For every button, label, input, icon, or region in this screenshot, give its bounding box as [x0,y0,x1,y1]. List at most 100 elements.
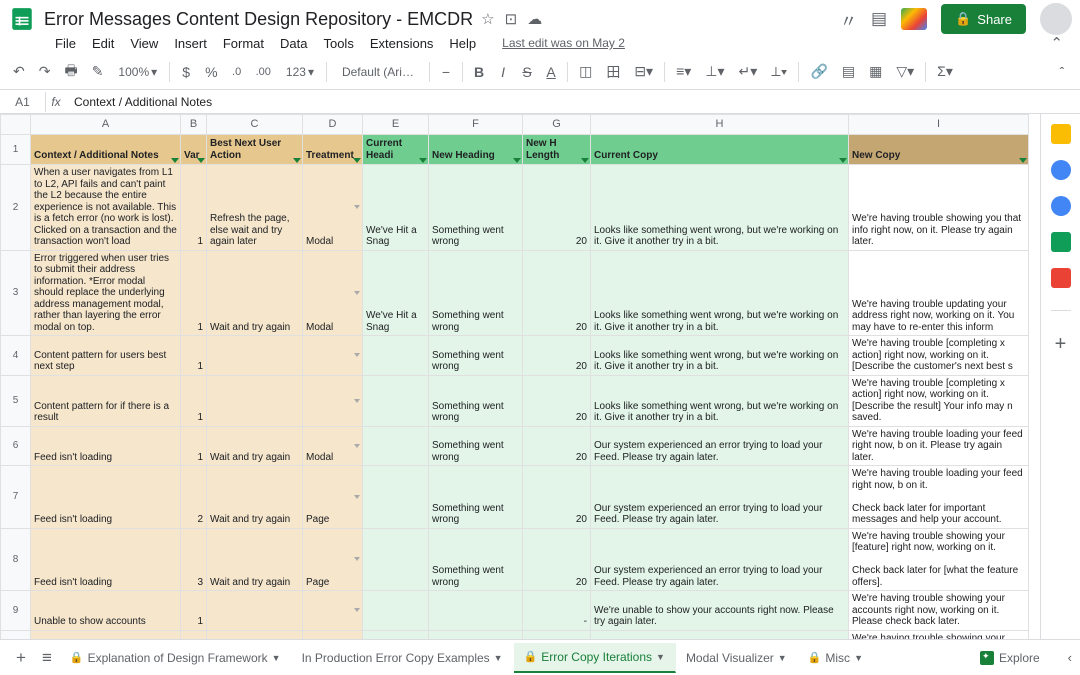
redo-icon[interactable]: ↷ [34,59,56,84]
cell-B10[interactable]: 1 [181,630,207,639]
add-sheet-icon[interactable]: + [8,643,34,673]
header-C[interactable]: Best Next User Action [207,135,303,165]
move-icon[interactable]: ⊡ [505,10,518,28]
cell-E4[interactable] [363,336,429,376]
calendar-icon[interactable] [1051,124,1071,144]
cell-G4[interactable]: 20 [523,336,591,376]
cell-B9[interactable]: 1 [181,591,207,631]
number-format-select[interactable]: 123▾ [280,61,320,83]
col-header-A[interactable]: A [31,115,181,135]
cell-A4[interactable]: Content pattern for users best next step [31,336,181,376]
cell-F3[interactable]: Something went wrong [429,250,523,336]
maps-icon[interactable] [1051,268,1071,288]
sheet-tab-1[interactable]: In Production Error Copy Examples▼ [292,643,514,673]
cell-D4[interactable] [303,336,363,376]
tasks-icon[interactable] [1051,196,1071,216]
cell-I3[interactable]: We're having trouble updating your addre… [849,250,1029,336]
cell-C3[interactable]: Wait and try again [207,250,303,336]
cell-D3[interactable]: Modal [303,250,363,336]
add-addon-icon[interactable]: + [1055,333,1067,356]
cell-G8[interactable]: 20 [523,528,591,591]
cell-A10[interactable]: Unable to retrieve address information [31,630,181,639]
col-header-C[interactable]: C [207,115,303,135]
cell-E5[interactable] [363,375,429,426]
toolbar-expand-icon[interactable]: ˆ [1052,60,1072,84]
cell-H7[interactable]: Our system experienced an error trying t… [591,466,849,529]
sheet-tab-3[interactable]: Modal Visualizer▼ [676,643,798,673]
cell-B7[interactable]: 2 [181,466,207,529]
link-icon[interactable]: 🔗 [805,59,832,84]
cell-F8[interactable]: Something went wrong [429,528,523,591]
row-header-10[interactable]: 10 [1,630,31,639]
menu-insert[interactable]: Insert [167,33,214,54]
cell-E2[interactable]: We've Hit a Snag [363,165,429,251]
cell-A3[interactable]: Error triggered when user tries to submi… [31,250,181,336]
cell-C8[interactable]: Wait and try again [207,528,303,591]
cell-E6[interactable] [363,426,429,466]
explore-button[interactable]: Explore [972,647,1048,669]
collapse-icon[interactable]: ⌃ [1043,31,1070,55]
cell-G7[interactable]: 20 [523,466,591,529]
row-header-7[interactable]: 7 [1,466,31,529]
row-header-3[interactable]: 3 [1,250,31,336]
last-edit-link[interactable]: Last edit was on May 2 [495,33,632,53]
chart-icon[interactable]: ▦ [864,59,887,84]
cell-A5[interactable]: Content pattern for if there is a result [31,375,181,426]
contacts-icon[interactable] [1051,232,1071,252]
cell-E7[interactable] [363,466,429,529]
cell-D8[interactable]: Page [303,528,363,591]
zoom-select[interactable]: 100% ▾ [112,61,163,83]
sheet-tab-0[interactable]: 🔒Explanation of Design Framework▼ [60,643,292,673]
col-header-F[interactable]: F [429,115,523,135]
header-E[interactable]: Current Headi [363,135,429,165]
cell-A7[interactable]: Feed isn't loading [31,466,181,529]
cell-D2[interactable]: Modal [303,165,363,251]
share-button[interactable]: 🔒 Share [941,4,1026,34]
cell-H6[interactable]: Our system experienced an error trying t… [591,426,849,466]
decimal-dec-icon[interactable]: .0 [227,62,247,82]
col-header-D[interactable]: D [303,115,363,135]
paint-format-icon[interactable]: ✎ [87,59,109,84]
menu-view[interactable]: View [123,33,165,54]
cell-F4[interactable]: Something went wrong [429,336,523,376]
currency-icon[interactable]: $ [176,60,196,84]
all-sheets-icon[interactable]: ≡ [34,643,60,673]
menu-format[interactable]: Format [216,33,271,54]
menu-data[interactable]: Data [273,33,314,54]
col-header-B[interactable]: B [181,115,207,135]
cell-H5[interactable]: Looks like something went wrong, but we'… [591,375,849,426]
cell-G10[interactable]: - [523,630,591,639]
print-icon[interactable]: 🖶 [59,56,82,88]
h-align-icon[interactable]: ≡▾ [671,59,696,84]
cell-I10[interactable]: We're having trouble showing your addres… [849,630,1029,639]
header-B[interactable]: Var [181,135,207,165]
cell-B5[interactable]: 1 [181,375,207,426]
cell-F9[interactable] [429,591,523,631]
cell-C2[interactable]: Refresh the page, else wait and try agai… [207,165,303,251]
comment-icon[interactable]: ▤ [871,9,887,29]
font-select[interactable]: Default (Ari… [333,61,423,83]
cell-A6[interactable]: Feed isn't loading [31,426,181,466]
cell-I2[interactable]: We're having trouble showing you that in… [849,165,1029,251]
row-header-4[interactable]: 4 [1,336,31,376]
v-align-icon[interactable]: ⊥▾ [700,59,729,84]
cell-G5[interactable]: 20 [523,375,591,426]
cell-E10[interactable] [363,630,429,639]
cell-H3[interactable]: Looks like something went wrong, but we'… [591,250,849,336]
cell-I4[interactable]: We're having trouble [completing x actio… [849,336,1029,376]
cell-I6[interactable]: We're having trouble loading your feed r… [849,426,1029,466]
cell-E8[interactable] [363,528,429,591]
cell-B4[interactable]: 1 [181,336,207,376]
bold-icon[interactable]: B [469,60,489,84]
cell-E3[interactable]: We've Hit a Snag [363,250,429,336]
header-D[interactable]: Treatment [303,135,363,165]
cell-C7[interactable]: Wait and try again [207,466,303,529]
cell-A2[interactable]: When a user navigates from L1 to L2, API… [31,165,181,251]
row-header-6[interactable]: 6 [1,426,31,466]
keep-icon[interactable] [1051,160,1071,180]
row-header-1[interactable]: 1 [1,135,31,165]
row-header-5[interactable]: 5 [1,375,31,426]
cell-D9[interactable] [303,591,363,631]
menu-tools[interactable]: Tools [316,33,360,54]
cell-F7[interactable]: Something went wrong [429,466,523,529]
